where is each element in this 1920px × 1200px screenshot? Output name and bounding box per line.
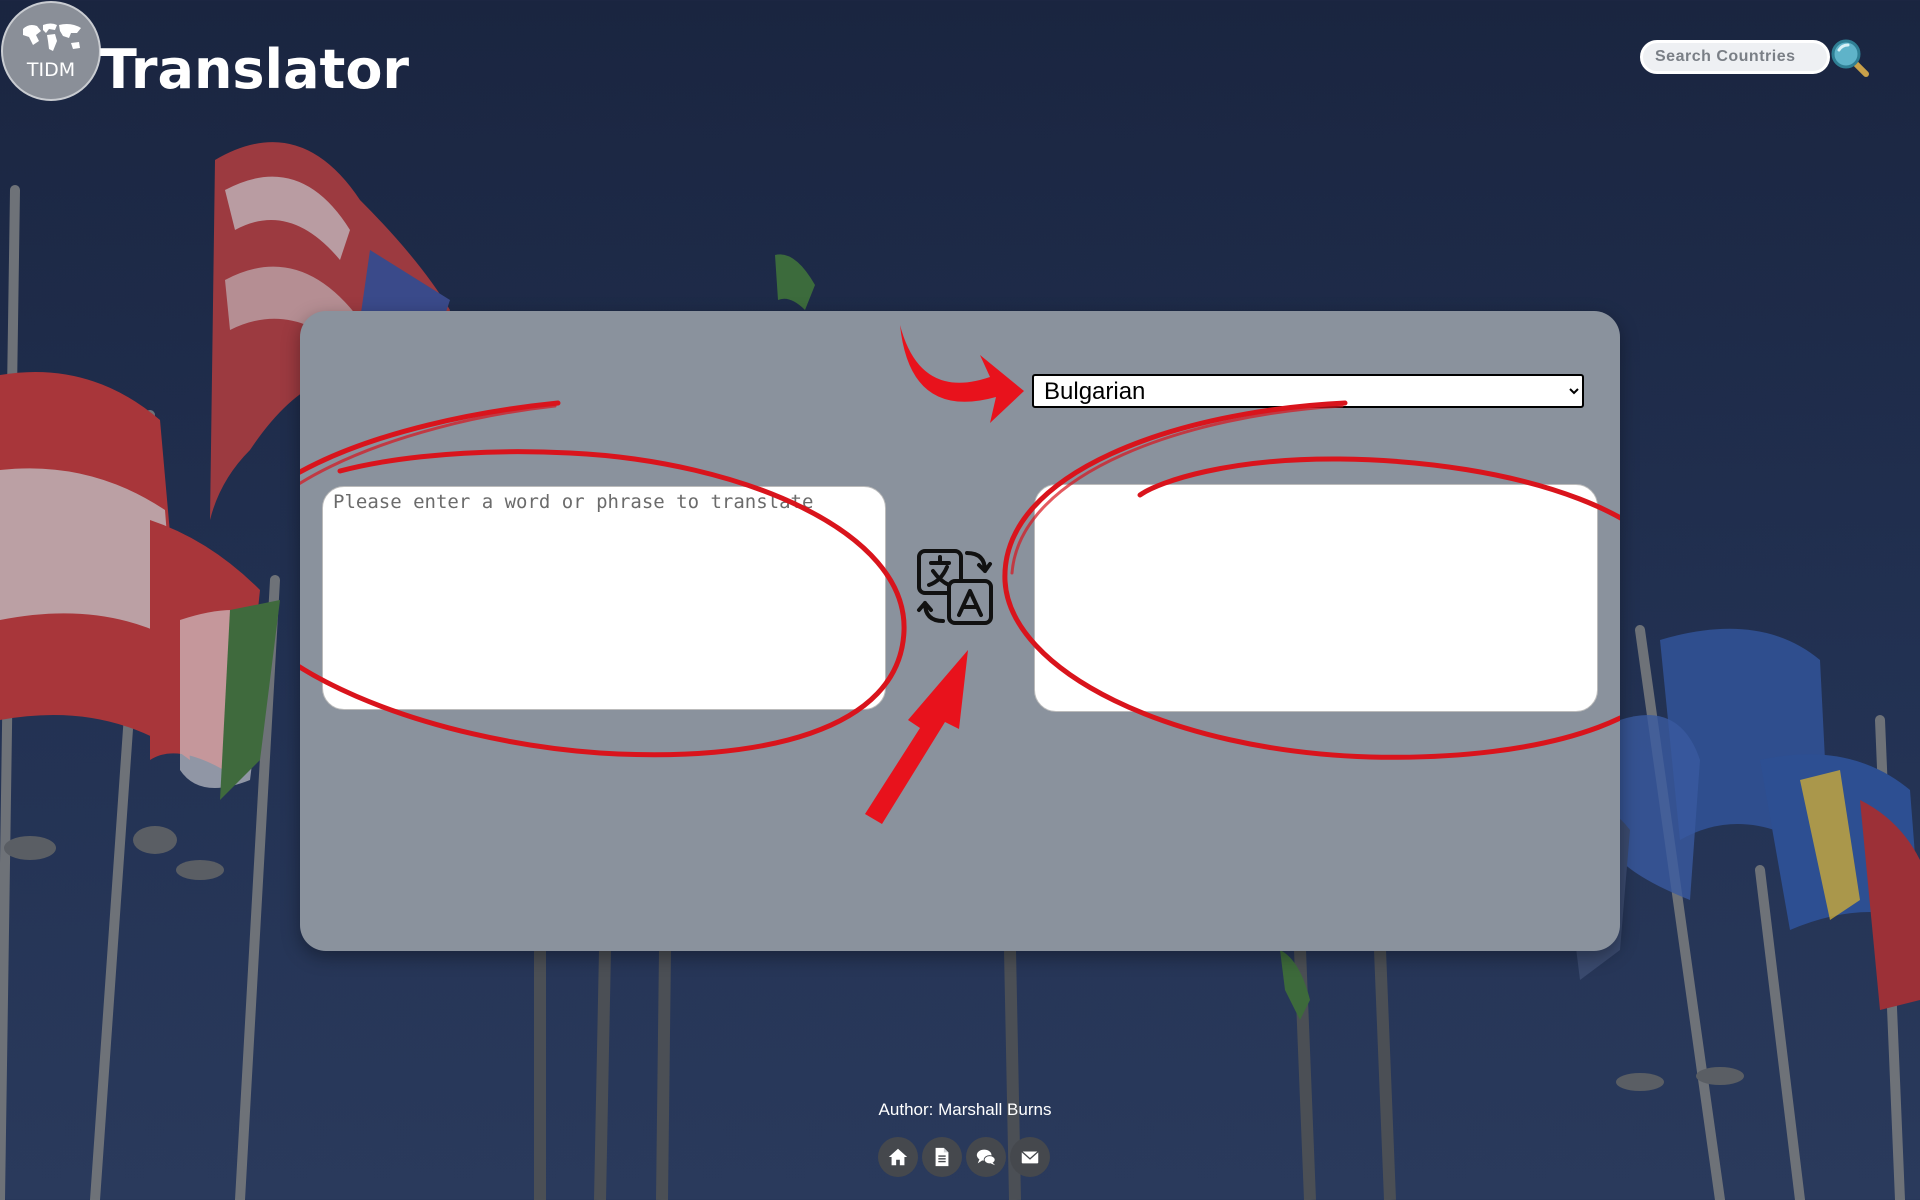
translated-text-output bbox=[1034, 484, 1598, 712]
document-icon bbox=[935, 1147, 949, 1167]
chat-button[interactable] bbox=[966, 1137, 1006, 1177]
mail-icon bbox=[1021, 1150, 1039, 1164]
mail-button[interactable] bbox=[1010, 1137, 1050, 1177]
chat-icon bbox=[976, 1149, 996, 1166]
author-credit: Author: Marshall Burns bbox=[878, 1100, 1052, 1119]
logo-text: TIDM bbox=[26, 59, 76, 81]
footer-nav bbox=[878, 1137, 1050, 1177]
translate-icon[interactable] bbox=[913, 545, 997, 629]
tidm-logo[interactable]: TIDM bbox=[1, 1, 101, 101]
source-text-input[interactable] bbox=[322, 486, 886, 710]
world-map-icon bbox=[23, 23, 81, 51]
page-title: Translator bbox=[100, 38, 410, 101]
target-language-select[interactable]: Bulgarian bbox=[1032, 374, 1584, 408]
document-button[interactable] bbox=[922, 1137, 962, 1177]
search-countries-input[interactable] bbox=[1640, 40, 1830, 74]
translator-card: Bulgarian bbox=[300, 311, 1620, 951]
home-icon bbox=[888, 1148, 908, 1166]
home-button[interactable] bbox=[878, 1137, 918, 1177]
magnifier-icon[interactable] bbox=[1830, 38, 1870, 78]
